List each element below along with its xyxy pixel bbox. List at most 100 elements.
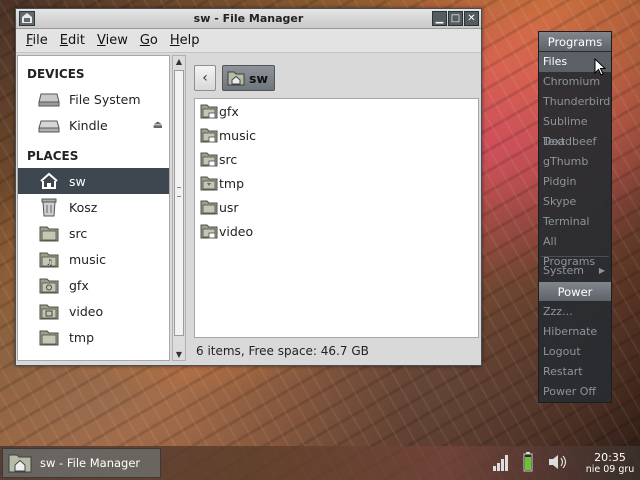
power-item-restart[interactable]: Restart	[539, 362, 611, 382]
folder-icon	[38, 327, 60, 347]
folder-link-icon	[200, 102, 218, 120]
launcher-item-deadbeef[interactable]: Deadbeef	[539, 132, 611, 152]
volume-icon[interactable]	[547, 452, 569, 472]
path-crumb-sw[interactable]: sw	[222, 65, 275, 91]
list-item[interactable]: music	[195, 123, 478, 147]
sidebar-item-gfx[interactable]: gfx	[18, 272, 169, 298]
power-item-hibernate[interactable]: Hibernate	[539, 322, 611, 342]
launcher-item-skype[interactable]: Skype	[539, 192, 611, 212]
sidebar-item-label: gfx	[69, 277, 89, 293]
launcher-item-thunderbird[interactable]: Thunderbird	[539, 92, 611, 112]
folder-icon	[200, 198, 218, 216]
file-name: tmp	[219, 175, 245, 191]
sidebar-item-label: File System	[69, 91, 141, 107]
file-name: video	[219, 223, 254, 239]
list-item[interactable]: video	[195, 219, 478, 243]
sidebar-item-video[interactable]: video	[18, 298, 169, 324]
home-folder-icon	[8, 454, 32, 473]
back-button[interactable]: ‹	[194, 65, 216, 91]
folder-icon	[200, 174, 218, 192]
file-name: gfx	[219, 103, 239, 119]
sidebar-item-file-system[interactable]: File System	[18, 86, 169, 112]
power-heading[interactable]: Power	[539, 282, 611, 302]
power-item-sleep[interactable]: Zzz...	[539, 302, 611, 322]
sidebar-item-label: tmp	[69, 329, 95, 345]
list-item[interactable]: src	[195, 147, 478, 171]
folder-link-icon	[200, 222, 218, 240]
sidebar-item-label: music	[69, 251, 106, 267]
maximize-button[interactable]: □	[448, 11, 463, 26]
sidebar-item-kosz[interactable]: Kosz	[18, 194, 169, 220]
trash-icon	[38, 197, 60, 217]
file-name: music	[219, 127, 256, 143]
menu-go[interactable]: Go	[134, 33, 164, 48]
scrollbar-thumb[interactable]	[174, 70, 184, 336]
list-item[interactable]: gfx	[195, 99, 478, 123]
sidebar-item-kindle[interactable]: Kindle ⏏	[18, 112, 169, 138]
power-item-power-off[interactable]: Power Off	[539, 382, 611, 402]
sidebar-item-label: src	[69, 225, 88, 241]
home-folder-icon	[227, 71, 245, 86]
status-bar: 6 items, Free space: 46.7 GB	[196, 344, 369, 358]
home-icon	[38, 171, 60, 191]
close-button[interactable]: ✕	[464, 11, 479, 26]
sidebar-scrollbar[interactable]: ▲ ▼	[172, 55, 186, 361]
sidebar-item-label: Kindle	[69, 117, 108, 133]
launcher-item-all-programs[interactable]: All Programs	[539, 232, 611, 268]
sidebar-item-tmp[interactable]: tmp	[18, 324, 169, 350]
music-folder-icon: ♫	[38, 249, 60, 269]
file-list: gfx music src tmp usr video	[194, 98, 479, 338]
clock-time: 20:35	[594, 451, 626, 464]
launcher-item-pidgin[interactable]: Pidgin	[539, 172, 611, 192]
sidebar-item-music[interactable]: ♫ music	[18, 246, 169, 272]
menubar: File Edit View Go Help	[16, 29, 481, 53]
removable-drive-icon	[38, 115, 60, 135]
menu-edit[interactable]: Edit	[54, 33, 91, 48]
svg-text:♫: ♫	[46, 258, 53, 267]
titlebar[interactable]: sw - File Manager ▁ □ ✕	[16, 9, 481, 29]
mouse-cursor-icon	[594, 58, 606, 76]
minimize-button[interactable]: ▁	[432, 11, 447, 26]
drive-icon	[38, 89, 60, 109]
folder-link-icon	[200, 126, 218, 144]
video-folder-icon	[38, 301, 60, 321]
clock[interactable]: 20:35 nie 09 gru	[583, 451, 637, 476]
pictures-folder-icon	[38, 275, 60, 295]
network-signal-icon[interactable]	[492, 452, 510, 472]
pathbar: ‹ sw	[194, 65, 275, 93]
launcher-item-system[interactable]: System ▶	[539, 261, 611, 281]
menu-file[interactable]: File	[20, 33, 54, 48]
sidebar-item-src[interactable]: src	[18, 220, 169, 246]
menu-help[interactable]: Help	[164, 33, 206, 48]
launcher-menu: Programs Files Chromium Thunderbird Subl…	[538, 31, 612, 403]
power-item-logout[interactable]: Logout	[539, 342, 611, 362]
sidebar-item-sw[interactable]: sw	[18, 168, 169, 194]
path-crumb-label: sw	[249, 70, 268, 86]
clock-date: nie 09 gru	[585, 464, 635, 475]
list-item[interactable]: tmp	[195, 171, 478, 195]
sidebar-item-label: Kosz	[69, 199, 98, 215]
scroll-up-icon[interactable]: ▲	[173, 57, 185, 66]
folder-icon	[38, 223, 60, 243]
eject-icon[interactable]: ⏏	[153, 118, 163, 131]
sidebar: DEVICES File System Kindle ⏏ PLACES sw K…	[17, 55, 170, 361]
battery-icon[interactable]	[523, 452, 533, 472]
places-heading: PLACES	[27, 149, 79, 163]
folder-link-icon	[200, 150, 218, 168]
taskbar-button-file-manager[interactable]: sw - File Manager	[2, 448, 161, 478]
launcher-item-terminal[interactable]: Terminal	[539, 212, 611, 232]
taskbar-button-label: sw - File Manager	[40, 456, 141, 470]
file-manager-window: sw - File Manager ▁ □ ✕ File Edit View G…	[15, 8, 482, 366]
launcher-item-gthumb[interactable]: gThumb	[539, 152, 611, 172]
list-item[interactable]: usr	[195, 195, 478, 219]
menu-view[interactable]: View	[91, 33, 134, 48]
devices-heading: DEVICES	[27, 67, 85, 81]
file-name: usr	[219, 199, 239, 215]
sidebar-item-label: sw	[69, 173, 86, 189]
window-title: sw - File Manager	[193, 12, 304, 25]
programs-heading[interactable]: Programs	[539, 32, 611, 52]
file-name: src	[219, 151, 238, 167]
scroll-down-icon[interactable]: ▼	[173, 350, 185, 359]
sidebar-item-label: video	[69, 303, 104, 319]
launcher-item-sublime-text[interactable]: Sublime Text	[539, 112, 611, 148]
